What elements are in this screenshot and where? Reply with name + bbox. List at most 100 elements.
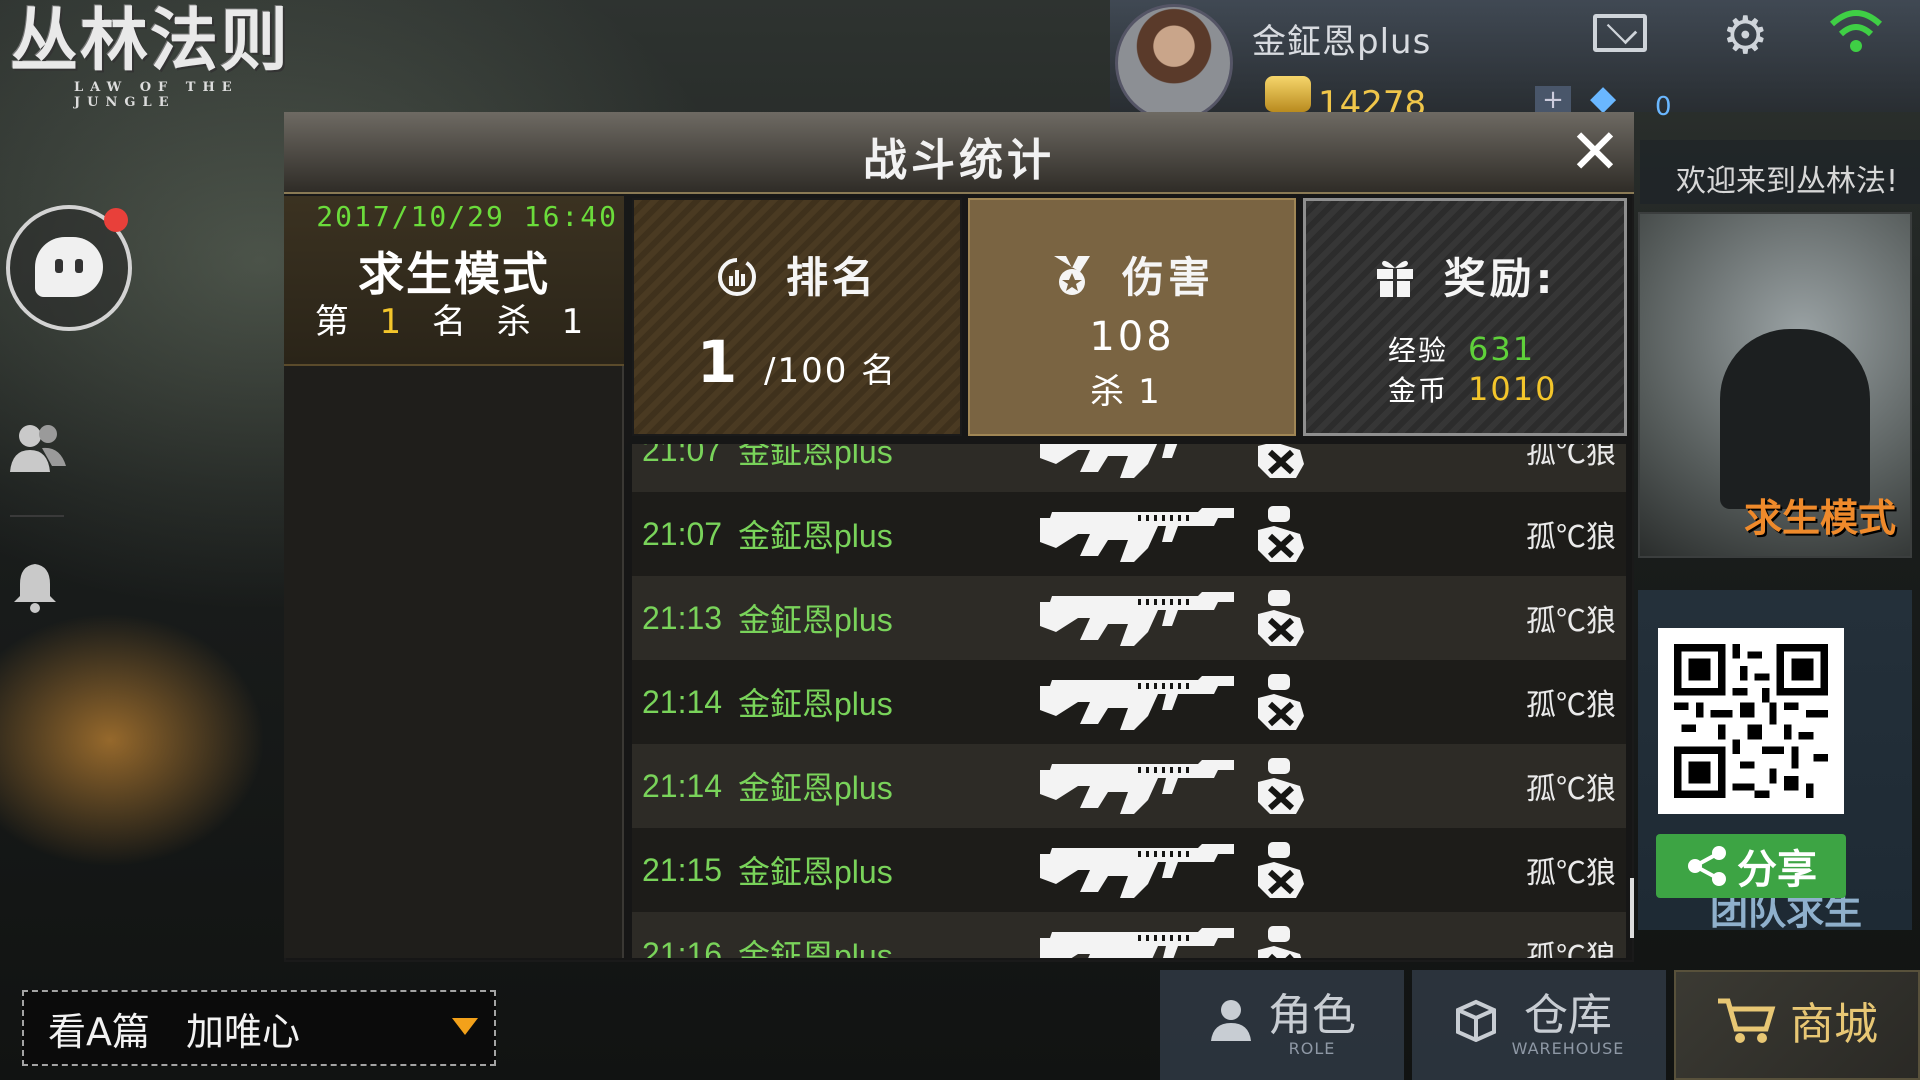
rifle-icon [1038, 672, 1238, 732]
gold-coin-icon [1265, 76, 1311, 112]
victim-name: 孤℃狼 [1526, 521, 1616, 554]
rank-icon [716, 256, 776, 302]
rank-total: /100 名 [764, 351, 898, 391]
kill-skull-icon [1250, 756, 1310, 816]
qr-code-image [1674, 644, 1828, 798]
killer-name: 金鉦恩plus [738, 686, 893, 722]
friends-icon[interactable] [8, 420, 68, 483]
rank-value: 1 [379, 302, 412, 342]
kill-time: 21:07 [642, 515, 723, 552]
wifi-icon [1828, 6, 1884, 64]
rifle-icon [1038, 840, 1238, 900]
kill-skull-icon [1250, 444, 1310, 480]
kill-skull-icon [1250, 588, 1310, 648]
gold-label: 金币 [1388, 374, 1449, 407]
mail-icon[interactable] [1593, 14, 1647, 52]
kill-skull-icon [1250, 504, 1310, 564]
damage-value: 108 [1089, 314, 1175, 360]
kill-time: 21:14 [642, 767, 723, 804]
rank-suffix: 名 杀 [432, 302, 541, 342]
kill-log-row: 21:07 金鉦恩plus 孤℃狼 [632, 444, 1626, 492]
rifle-icon [1038, 444, 1238, 480]
role-label: 角色 [1268, 989, 1356, 1041]
player-name: 金鉦恩plus [1252, 22, 1432, 62]
reward-card: 奖励: 经验 631 金币 1010 [1303, 198, 1627, 436]
gold-count: 14278 [1318, 84, 1427, 114]
diamond-icon: ◆ [1590, 78, 1617, 118]
rifle-icon [1038, 756, 1238, 816]
rank-card: 排名 1 /100 名 [632, 198, 962, 436]
rifle-icon [1038, 924, 1238, 958]
reward-gold-line: 金币 1010 [1388, 369, 1557, 409]
kill-log-row: 21:13 金鉦恩plus 孤℃狼 [632, 576, 1626, 660]
medal-icon [1050, 256, 1112, 302]
match-datetime: 2017/10/29 16:40 [316, 200, 618, 233]
damage-kill-label: 杀 [1090, 372, 1139, 412]
notification-dot [104, 208, 128, 232]
damage-kill-line: 杀1 [970, 364, 1294, 413]
kill-skull-icon [1250, 672, 1310, 732]
bell-icon[interactable] [12, 560, 58, 622]
box-icon [1454, 998, 1498, 1053]
logo-subtitle: LAW OF THE JUNGLE [74, 80, 239, 110]
rank-card-title: 排名 [785, 253, 878, 302]
rifle-icon [1038, 588, 1238, 648]
exp-label: 经验 [1388, 334, 1449, 367]
warehouse-sublabel: WAREHOUSE [1511, 1038, 1625, 1058]
close-button[interactable]: ✕ [1565, 121, 1625, 184]
shop-button[interactable]: 商城 [1674, 970, 1920, 1080]
promo-label: 求生模式 [1743, 496, 1896, 540]
kill-time: 21:07 [642, 444, 723, 468]
chat-message-1: 看A篇 [48, 1009, 150, 1054]
welcome-ticker: 欢迎来到丛林法! [1640, 140, 1920, 204]
survival-mode-banner[interactable]: 求生模式 [1638, 212, 1912, 558]
role-button[interactable]: 角色 ROLE [1160, 970, 1404, 1080]
warehouse-button[interactable]: 仓库 WAREHOUSE [1412, 970, 1666, 1080]
share-button[interactable]: 分享 [1656, 834, 1846, 898]
victim-name: 孤℃狼 [1526, 857, 1616, 890]
rifle-icon [1038, 504, 1238, 564]
warehouse-label: 仓库 [1524, 989, 1612, 1041]
kill-time: 21:13 [642, 599, 723, 636]
chat-message-2: 加唯心 [186, 1009, 301, 1054]
victim-name: 孤℃狼 [1526, 689, 1616, 722]
killer-name: 金鉦恩plus [738, 602, 893, 638]
kill-log-row: 21:14 金鉦恩plus 孤℃狼 [632, 660, 1626, 744]
reward-exp-line: 经验 631 [1388, 329, 1535, 369]
killer-name: 金鉦恩plus [738, 518, 893, 554]
gear-icon[interactable]: ⚙ [1722, 10, 1769, 62]
reward-card-header: 奖励: [1306, 245, 1624, 306]
damage-kill-count: 1 [1138, 372, 1174, 412]
kill-log-scrollbar[interactable] [1630, 878, 1634, 938]
killer-name: 金鉦恩plus [738, 444, 893, 470]
victim-name: 孤℃狼 [1526, 941, 1616, 958]
role-sublabel: ROLE [1288, 1038, 1336, 1058]
player-avatar[interactable] [1115, 4, 1233, 122]
kill-skull-icon [1250, 924, 1310, 958]
killer-name: 金鉦恩plus [738, 938, 893, 958]
shop-label: 商城 [1790, 999, 1878, 1050]
role-icon [1208, 997, 1254, 1054]
victim-name: 孤℃狼 [1526, 773, 1616, 806]
exp-value: 631 [1468, 330, 1536, 368]
kill-time: 21:15 [642, 851, 723, 888]
soldier-silhouette [1720, 329, 1870, 509]
rank-number: 1 [696, 328, 740, 396]
kill-log-list[interactable]: 21:07 金鉦恩plus 孤℃狼 21:07 金鉦恩plus 孤℃狼 21:13 金鉦恩pl… [632, 444, 1626, 958]
kill-log-row: 21:15 金鉦恩plus 孤℃狼 [632, 828, 1626, 912]
kill-time: 21:16 [642, 935, 723, 959]
chevron-down-icon[interactable] [452, 1018, 478, 1035]
rank-prefix: 第 [314, 302, 359, 342]
qr-code [1658, 628, 1844, 814]
kill-count: 1 [561, 302, 594, 342]
killer-name: 金鉦恩plus [738, 770, 893, 806]
gift-icon [1374, 257, 1434, 303]
chat-bar[interactable]: 看A篇 加唯心 [22, 990, 496, 1066]
cart-icon [1716, 995, 1776, 1056]
damage-card: 伤害 108 杀1 [968, 198, 1296, 436]
rank-card-value: 1 /100 名 [634, 328, 960, 396]
kill-skull-icon [1250, 840, 1310, 900]
rank-card-header: 排名 [634, 244, 960, 305]
game-logo: 丛林法则 LAW OF THE JUNGLE [10, 4, 350, 111]
gold-value: 1010 [1468, 370, 1558, 408]
